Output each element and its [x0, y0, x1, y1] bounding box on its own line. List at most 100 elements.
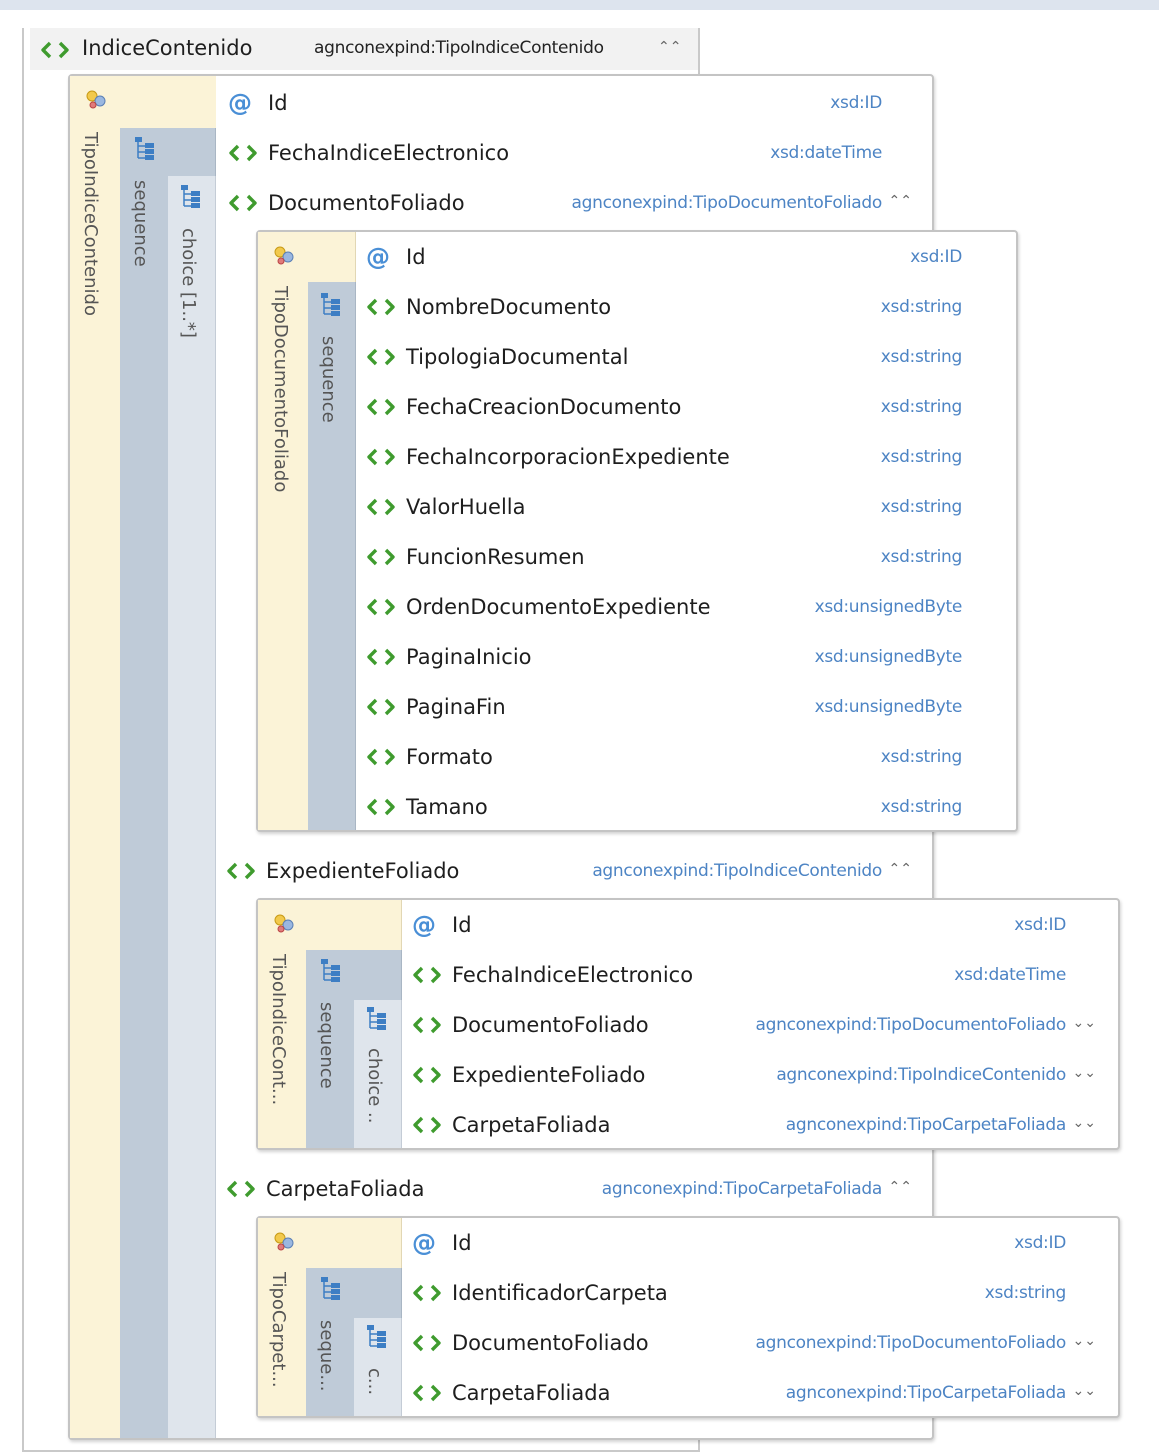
element-row-identificadorcarpeta[interactable]: IdentificadorCarpeta xsd:string: [412, 1268, 1082, 1318]
chevron-down-icon[interactable]: ⌄⌄: [1073, 1383, 1096, 1399]
chevron-down-icon[interactable]: ⌄⌄: [1073, 1065, 1096, 1081]
element-row-carpetafoliada[interactable]: CarpetaFoliada agnconexpind:TipoCarpetaF…: [226, 1164, 928, 1214]
element-icon: [366, 497, 396, 517]
chevron-up-icon[interactable]: ⌃⌃: [889, 193, 912, 209]
attribute-icon: @: [412, 1229, 436, 1257]
row-type: xsd:string: [880, 447, 963, 467]
element-row-fechaincorporacionexpediente[interactable]: FechaIncorporacionExpediente xsd:string: [366, 432, 978, 482]
element-icon: [366, 597, 396, 617]
row-name: ValorHuella: [406, 495, 526, 519]
attribute-icon: @: [412, 911, 436, 939]
choice-label: choice [1..*]: [178, 228, 199, 338]
element-row-tamano[interactable]: Tamano xsd:string: [366, 782, 978, 832]
element-row-documentofoliado[interactable]: DocumentoFoliado agnconexpind:TipoDocume…: [228, 178, 928, 228]
row-type: agnconexpind:TipoDocumentoFoliado: [571, 193, 882, 213]
row-type: xsd:string: [880, 547, 963, 567]
element-row-documentofoliado[interactable]: DocumentoFoliado agnconexpind:TipoDocume…: [412, 1318, 1112, 1368]
element-icon: [412, 1333, 442, 1353]
row-name: TipologiaDocumental: [406, 345, 629, 369]
row-name: FechaIndiceElectronico: [268, 141, 510, 165]
row-type: xsd:string: [880, 347, 963, 367]
row-name: PaginaFin: [406, 695, 506, 719]
element-icon: [366, 797, 396, 817]
row-type: xsd:string: [984, 1283, 1067, 1303]
row-name: Formato: [406, 745, 493, 769]
chevron-up-icon[interactable]: ⌃⌃: [658, 39, 681, 55]
top-border-strip: [0, 0, 1159, 10]
sequence-icon: [366, 1006, 388, 1032]
element-row-fechaindiceelectronico[interactable]: FechaIndiceElectronico xsd:dateTime: [412, 950, 1082, 1000]
attribute-row-id[interactable]: @ Id xsd:ID: [228, 78, 898, 128]
row-name: NombreDocumento: [406, 295, 612, 319]
attribute-row-id[interactable]: @ Id xsd:ID: [412, 1218, 1082, 1268]
element-icon: [366, 647, 396, 667]
row-name: Id: [452, 1231, 472, 1255]
element-icon: [412, 1015, 442, 1035]
row-name: Tamano: [406, 795, 488, 819]
row-type: xsd:unsignedByte: [814, 647, 963, 667]
sequence-icon: [134, 136, 156, 162]
row-type: xsd:unsignedByte: [814, 697, 963, 717]
element-row-expedientefoliado[interactable]: ExpedienteFoliado agnconexpind:TipoIndic…: [226, 846, 928, 896]
row-name: ExpedienteFoliado: [266, 859, 460, 883]
element-row-ordendocumentoexpediente[interactable]: OrdenDocumentoExpediente xsd:unsignedByt…: [366, 582, 978, 632]
chevron-up-icon[interactable]: ⌃⌃: [889, 1179, 912, 1195]
sequence-icon: [366, 1324, 388, 1350]
row-name: FechaCreacionDocumento: [406, 395, 682, 419]
element-icon: [366, 297, 396, 317]
element-row-nombredocumento[interactable]: NombreDocumento xsd:string: [366, 282, 978, 332]
element-row-fechacreaciondocumento[interactable]: FechaCreacionDocumento xsd:string: [366, 382, 978, 432]
row-name: PaginaInicio: [406, 645, 532, 669]
element-icon: [412, 1283, 442, 1303]
row-name: CarpetaFoliada: [266, 1177, 425, 1201]
element-row-tipologiadocumental[interactable]: TipologiaDocumental xsd:string: [366, 332, 978, 382]
row-type: agnconexpind:TipoIndiceContenido: [592, 861, 882, 881]
row-name: FechaIndiceElectronico: [452, 963, 694, 987]
sequence-icon: [320, 292, 342, 318]
element-icon: [228, 193, 258, 213]
choice-label: choice ..: [364, 1048, 385, 1124]
row-name: OrdenDocumentoExpediente: [406, 595, 711, 619]
chevron-down-icon[interactable]: ⌄⌄: [1073, 1333, 1096, 1349]
element-row-paginafin[interactable]: PaginaFin xsd:unsignedByte: [366, 682, 978, 732]
element-icon: [366, 697, 396, 717]
element-icon: [412, 1115, 442, 1135]
row-type: xsd:ID: [1014, 1233, 1066, 1253]
complex-type-label: TipoCarpet...: [268, 1272, 289, 1388]
element-row-expedientefoliado[interactable]: ExpedienteFoliado agnconexpind:TipoIndic…: [412, 1050, 1112, 1100]
element-icon: [366, 347, 396, 367]
row-type: xsd:string: [880, 297, 963, 317]
root-element-type: agnconexpind:TipoIndiceContenido: [314, 38, 604, 58]
element-icon: [412, 1065, 442, 1085]
element-row-carpetafoliada[interactable]: CarpetaFoliada agnconexpind:TipoCarpetaF…: [412, 1368, 1112, 1418]
element-row-funcionresumen[interactable]: FuncionResumen xsd:string: [366, 532, 978, 582]
element-row-documentofoliado[interactable]: DocumentoFoliado agnconexpind:TipoDocume…: [412, 1000, 1112, 1050]
chevron-down-icon[interactable]: ⌄⌄: [1073, 1015, 1096, 1031]
element-row-fechaindiceelectronico[interactable]: FechaIndiceElectronico xsd:dateTime: [228, 128, 898, 178]
element-row-formato[interactable]: Formato xsd:string: [366, 732, 978, 782]
row-type: xsd:ID: [910, 247, 962, 267]
row-name: DocumentoFoliado: [452, 1331, 649, 1355]
chevron-up-icon[interactable]: ⌃⌃: [889, 861, 912, 877]
row-name: Id: [268, 91, 288, 115]
row-type: agnconexpind:TipoDocumentoFoliado: [755, 1333, 1066, 1353]
row-type: xsd:dateTime: [954, 965, 1066, 985]
root-element-header[interactable]: IndiceContenido agnconexpind:TipoIndiceC…: [30, 28, 698, 70]
element-icon: [366, 447, 396, 467]
attribute-row-id[interactable]: @ Id xsd:ID: [366, 232, 978, 282]
chevron-down-icon[interactable]: ⌄⌄: [1073, 1115, 1096, 1131]
choice-column: [168, 176, 216, 1438]
sequence-label: sequence: [318, 336, 339, 423]
row-name: CarpetaFoliada: [452, 1113, 611, 1137]
sequence-label: sequence: [316, 1002, 337, 1089]
row-name: CarpetaFoliada: [452, 1381, 611, 1405]
row-type: xsd:ID: [1014, 915, 1066, 935]
attribute-icon: @: [228, 89, 252, 117]
choice-label: c...: [364, 1368, 385, 1396]
element-row-carpetafoliada[interactable]: CarpetaFoliada agnconexpind:TipoCarpetaF…: [412, 1100, 1112, 1150]
root-element-name: IndiceContenido: [82, 36, 253, 60]
element-row-valorhuella[interactable]: ValorHuella xsd:string: [366, 482, 978, 532]
attribute-row-id[interactable]: @ Id xsd:ID: [412, 900, 1082, 950]
element-row-paginainicio[interactable]: PaginaInicio xsd:unsignedByte: [366, 632, 978, 682]
complex-type-label: TipoIndiceContenido: [80, 132, 101, 316]
